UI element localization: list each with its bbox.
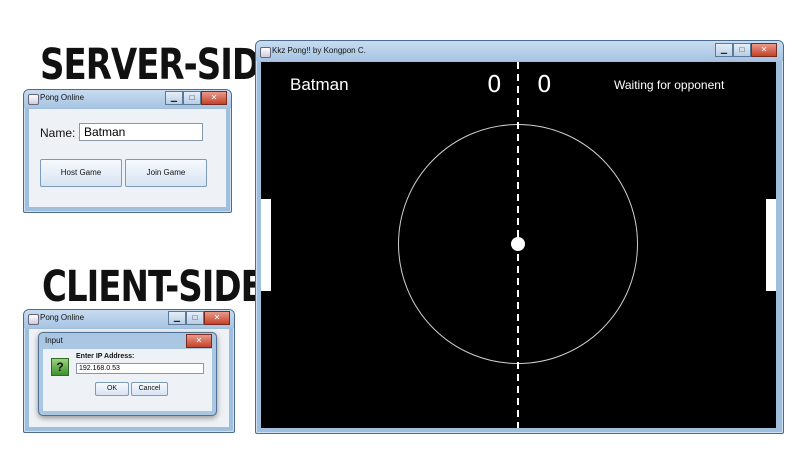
server-window-body: Name: Host Game Join Game bbox=[29, 109, 226, 207]
cancel-button[interactable]: Cancel bbox=[131, 382, 168, 396]
client-window-title: Pong Online bbox=[40, 313, 85, 322]
player-name: Batman bbox=[290, 75, 349, 94]
app-icon bbox=[260, 47, 271, 58]
input-dialog-body: ? Enter IP Address: OK Cancel bbox=[43, 349, 212, 411]
question-icon: ? bbox=[51, 358, 69, 376]
maximize-icon[interactable]: □ bbox=[733, 43, 751, 57]
server-window: Pong Online ▁ □ ✕ Name: Host Game Join G… bbox=[23, 89, 232, 213]
server-side-heading: SERVER-SIDE bbox=[40, 40, 282, 90]
input-dialog-titlebar[interactable]: Input ✕ bbox=[39, 333, 216, 348]
join-game-button[interactable]: Join Game bbox=[125, 159, 207, 187]
name-label: Name: bbox=[40, 126, 76, 140]
minimize-icon[interactable]: ▁ bbox=[168, 311, 186, 325]
pong-window-title: Kkz Pong!! by Kongpon C. bbox=[272, 46, 366, 55]
app-icon bbox=[28, 314, 39, 325]
input-dialog-title: Input bbox=[45, 336, 63, 345]
client-window: Pong Online ▁ □ ✕ Input ✕ ? Enter IP Add… bbox=[23, 309, 235, 433]
close-icon[interactable]: ✕ bbox=[204, 311, 230, 325]
pong-window: Kkz Pong!! by Kongpon C. ▁ □ ✕ Batman 0 … bbox=[255, 40, 784, 434]
host-game-button[interactable]: Host Game bbox=[40, 159, 122, 187]
input-dialog: Input ✕ ? Enter IP Address: OK Cancel bbox=[38, 332, 217, 416]
minimize-icon[interactable]: ▁ bbox=[165, 91, 183, 105]
close-icon[interactable]: ✕ bbox=[751, 43, 777, 57]
server-window-titlebar[interactable]: Pong Online ▁ □ ✕ bbox=[24, 90, 231, 108]
minimize-icon[interactable]: ▁ bbox=[715, 43, 733, 57]
ok-button[interactable]: OK bbox=[95, 382, 129, 396]
window-controls: ▁ □ ✕ bbox=[165, 91, 227, 105]
left-score: 0 bbox=[487, 72, 502, 98]
client-window-titlebar[interactable]: Pong Online ▁ □ ✕ bbox=[24, 310, 234, 328]
ip-prompt-label: Enter IP Address: bbox=[76, 353, 135, 360]
left-paddle bbox=[261, 199, 271, 291]
right-paddle bbox=[766, 199, 776, 291]
server-window-title: Pong Online bbox=[40, 93, 85, 102]
pong-window-titlebar[interactable]: Kkz Pong!! by Kongpon C. ▁ □ ✕ bbox=[256, 41, 783, 61]
game-canvas[interactable]: Batman 0 0 Waiting for opponent bbox=[261, 62, 776, 428]
client-side-heading: CLIENT-SIDE bbox=[42, 262, 264, 312]
window-controls: ▁ □ ✕ bbox=[168, 311, 230, 325]
maximize-icon[interactable]: □ bbox=[183, 91, 201, 105]
app-icon bbox=[28, 94, 39, 105]
name-input[interactable] bbox=[79, 123, 203, 141]
close-icon[interactable]: ✕ bbox=[186, 334, 212, 348]
right-score: 0 bbox=[537, 72, 552, 98]
close-icon[interactable]: ✕ bbox=[201, 91, 227, 105]
maximize-icon[interactable]: □ bbox=[186, 311, 204, 325]
window-controls: ▁ □ ✕ bbox=[715, 43, 777, 57]
ball bbox=[511, 237, 525, 251]
ip-address-input[interactable] bbox=[76, 363, 204, 374]
status-text: Waiting for opponent bbox=[614, 78, 725, 92]
